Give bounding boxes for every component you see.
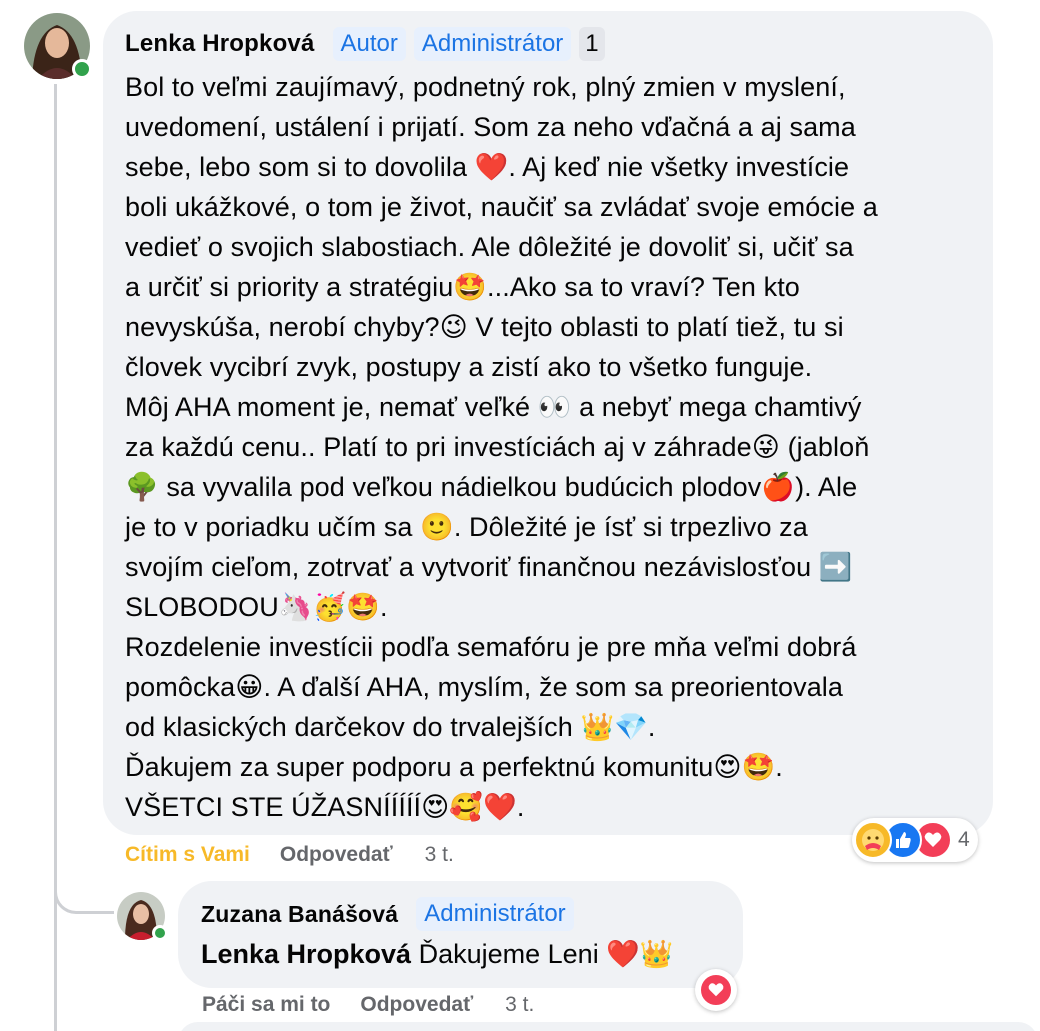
reply-message: Ďakujeme Leni ❤️👑 (418, 939, 674, 969)
reply-button[interactable]: Odpovedať (360, 993, 473, 1017)
comment-bubble: Lenka Hropková Autor Administrátor 1 Bol… (103, 11, 993, 835)
mention-link[interactable]: Lenka Hropková (201, 939, 411, 969)
reply-header: Zuzana Banášová Administrátor (201, 897, 574, 931)
comment-actions: Cítim s Vami Odpovedať 3 t. (125, 843, 454, 867)
reply-author[interactable]: Zuzana Banášová (201, 901, 398, 928)
reply-timestamp[interactable]: 3 t. (505, 993, 534, 1017)
care-button[interactable]: Cítim s Vami (125, 843, 250, 867)
reply-bubble: Zuzana Banášová Administrátor Lenka Hrop… (178, 881, 743, 988)
reply-text: Lenka Hropková Ďakujeme Leni ❤️👑 (201, 934, 673, 974)
love-icon (699, 973, 733, 1007)
badge-author: Autor (332, 27, 406, 61)
reply-actions: Páči sa mi to Odpovedať 3 t. (202, 993, 534, 1017)
online-status-dot (72, 59, 92, 79)
like-button[interactable]: Páči sa mi to (202, 993, 330, 1017)
reactions-summary[interactable]: 4 (852, 818, 978, 862)
next-comment-bubble (178, 1022, 1038, 1031)
badge-admin: Administrátor (413, 27, 572, 61)
care-icon (854, 821, 892, 859)
comment-text: Bol to veľmi zaujímavý, podnetný rok, pl… (125, 72, 878, 822)
thread-connector (54, 860, 114, 914)
reply-button[interactable]: Odpovedať (280, 843, 393, 867)
comment-header: Lenka Hropková Autor Administrátor 1 (125, 27, 605, 61)
avatar-zuzana[interactable] (117, 892, 168, 941)
online-status-dot (152, 925, 168, 941)
avatar-lenka[interactable] (24, 13, 92, 79)
reply-reactions[interactable] (695, 969, 737, 1011)
badge-admin: Administrátor (416, 897, 574, 931)
badge-count: 1 (579, 27, 605, 61)
comment-timestamp[interactable]: 3 t. (425, 843, 454, 867)
comment-author[interactable]: Lenka Hropková (125, 30, 315, 58)
reaction-count: 4 (958, 828, 970, 851)
